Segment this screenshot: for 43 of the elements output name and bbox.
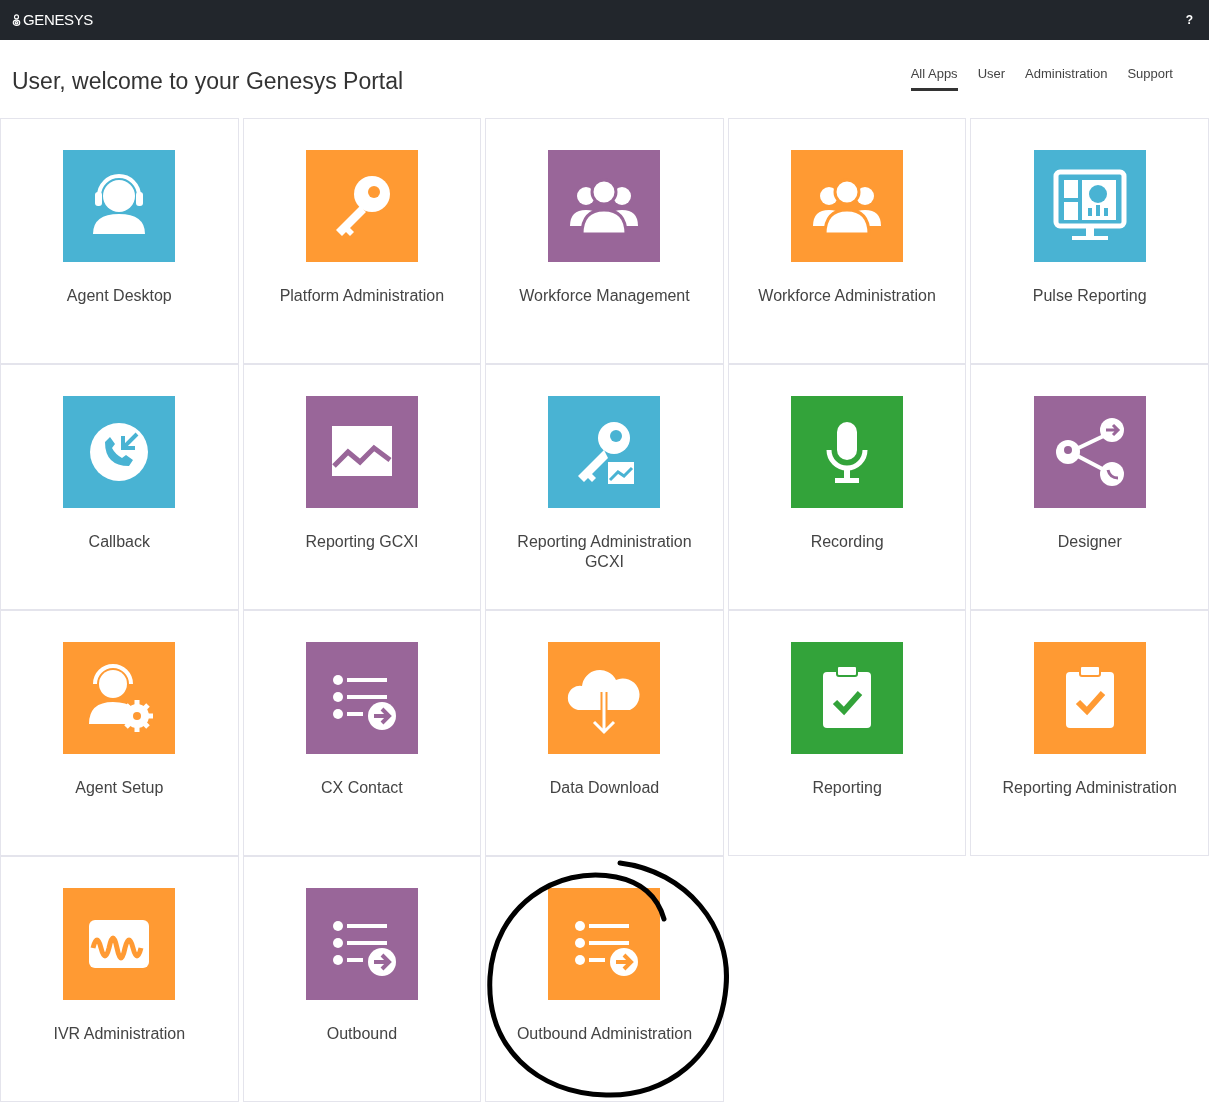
app-tile[interactable]: Designer bbox=[970, 364, 1209, 610]
help-button[interactable]: ? bbox=[1185, 11, 1197, 29]
app-tile[interactable]: IVR Administration bbox=[0, 856, 239, 1102]
app-tile[interactable]: Callback bbox=[0, 364, 239, 610]
app-label: Workforce Management bbox=[518, 286, 691, 306]
app-label: Outbound Administration bbox=[515, 1024, 694, 1044]
app-tile[interactable]: Outbound bbox=[242, 856, 482, 1102]
app-label: Agent Desktop bbox=[65, 286, 173, 306]
app-tile[interactable]: Recording bbox=[727, 364, 967, 610]
app-label: Recording bbox=[809, 532, 885, 552]
app-label: Reporting bbox=[811, 778, 883, 798]
app-label: IVR Administration bbox=[52, 1024, 187, 1044]
app-tile[interactable]: Agent Setup bbox=[0, 610, 239, 856]
app-label: Reporting Administration bbox=[1001, 778, 1178, 798]
app-tile[interactable]: Pulse Reporting bbox=[970, 118, 1209, 364]
app-tile[interactable]: Workforce Management bbox=[485, 118, 724, 364]
app-tile[interactable]: CX Contact bbox=[242, 610, 482, 856]
app-label: Outbound bbox=[325, 1024, 399, 1044]
nav-tab[interactable]: All Apps bbox=[910, 64, 958, 91]
app-tile[interactable]: Platform Administration bbox=[242, 118, 482, 364]
app-label: Designer bbox=[1056, 532, 1123, 552]
nav-tab[interactable]: Administration bbox=[1025, 64, 1108, 91]
app-label: Pulse Reporting bbox=[1031, 286, 1148, 306]
app-tile[interactable]: Workforce Administration bbox=[727, 118, 967, 364]
app-label: Data Download bbox=[548, 778, 661, 798]
app-tile[interactable]: Reporting bbox=[727, 610, 967, 856]
logo[interactable]: GENESYS bbox=[23, 8, 93, 32]
app-tile[interactable]: Reporting Administration GCXI bbox=[485, 364, 724, 610]
app-tile[interactable]: Reporting Administration bbox=[970, 610, 1209, 856]
app-tile[interactable]: Agent Desktop bbox=[0, 118, 239, 364]
logo-icon bbox=[12, 13, 21, 27]
app-tile[interactable]: Data Download bbox=[485, 610, 724, 856]
app-label: CX Contact bbox=[320, 778, 404, 798]
app-label: Reporting GCXI bbox=[304, 532, 420, 552]
nav-tab[interactable]: Support bbox=[1127, 64, 1173, 91]
app-label: Platform Administration bbox=[278, 286, 446, 306]
app-label: Callback bbox=[87, 532, 151, 552]
app-label: Workforce Administration bbox=[757, 286, 937, 306]
app-label: Reporting Administration GCXI bbox=[516, 532, 693, 572]
app-label: Agent Setup bbox=[74, 778, 165, 798]
app-tile[interactable]: Reporting GCXI bbox=[242, 364, 482, 610]
nav-tab[interactable]: User bbox=[977, 64, 1006, 91]
welcome-title: User, welcome to your Genesys Portal bbox=[11, 67, 404, 96]
